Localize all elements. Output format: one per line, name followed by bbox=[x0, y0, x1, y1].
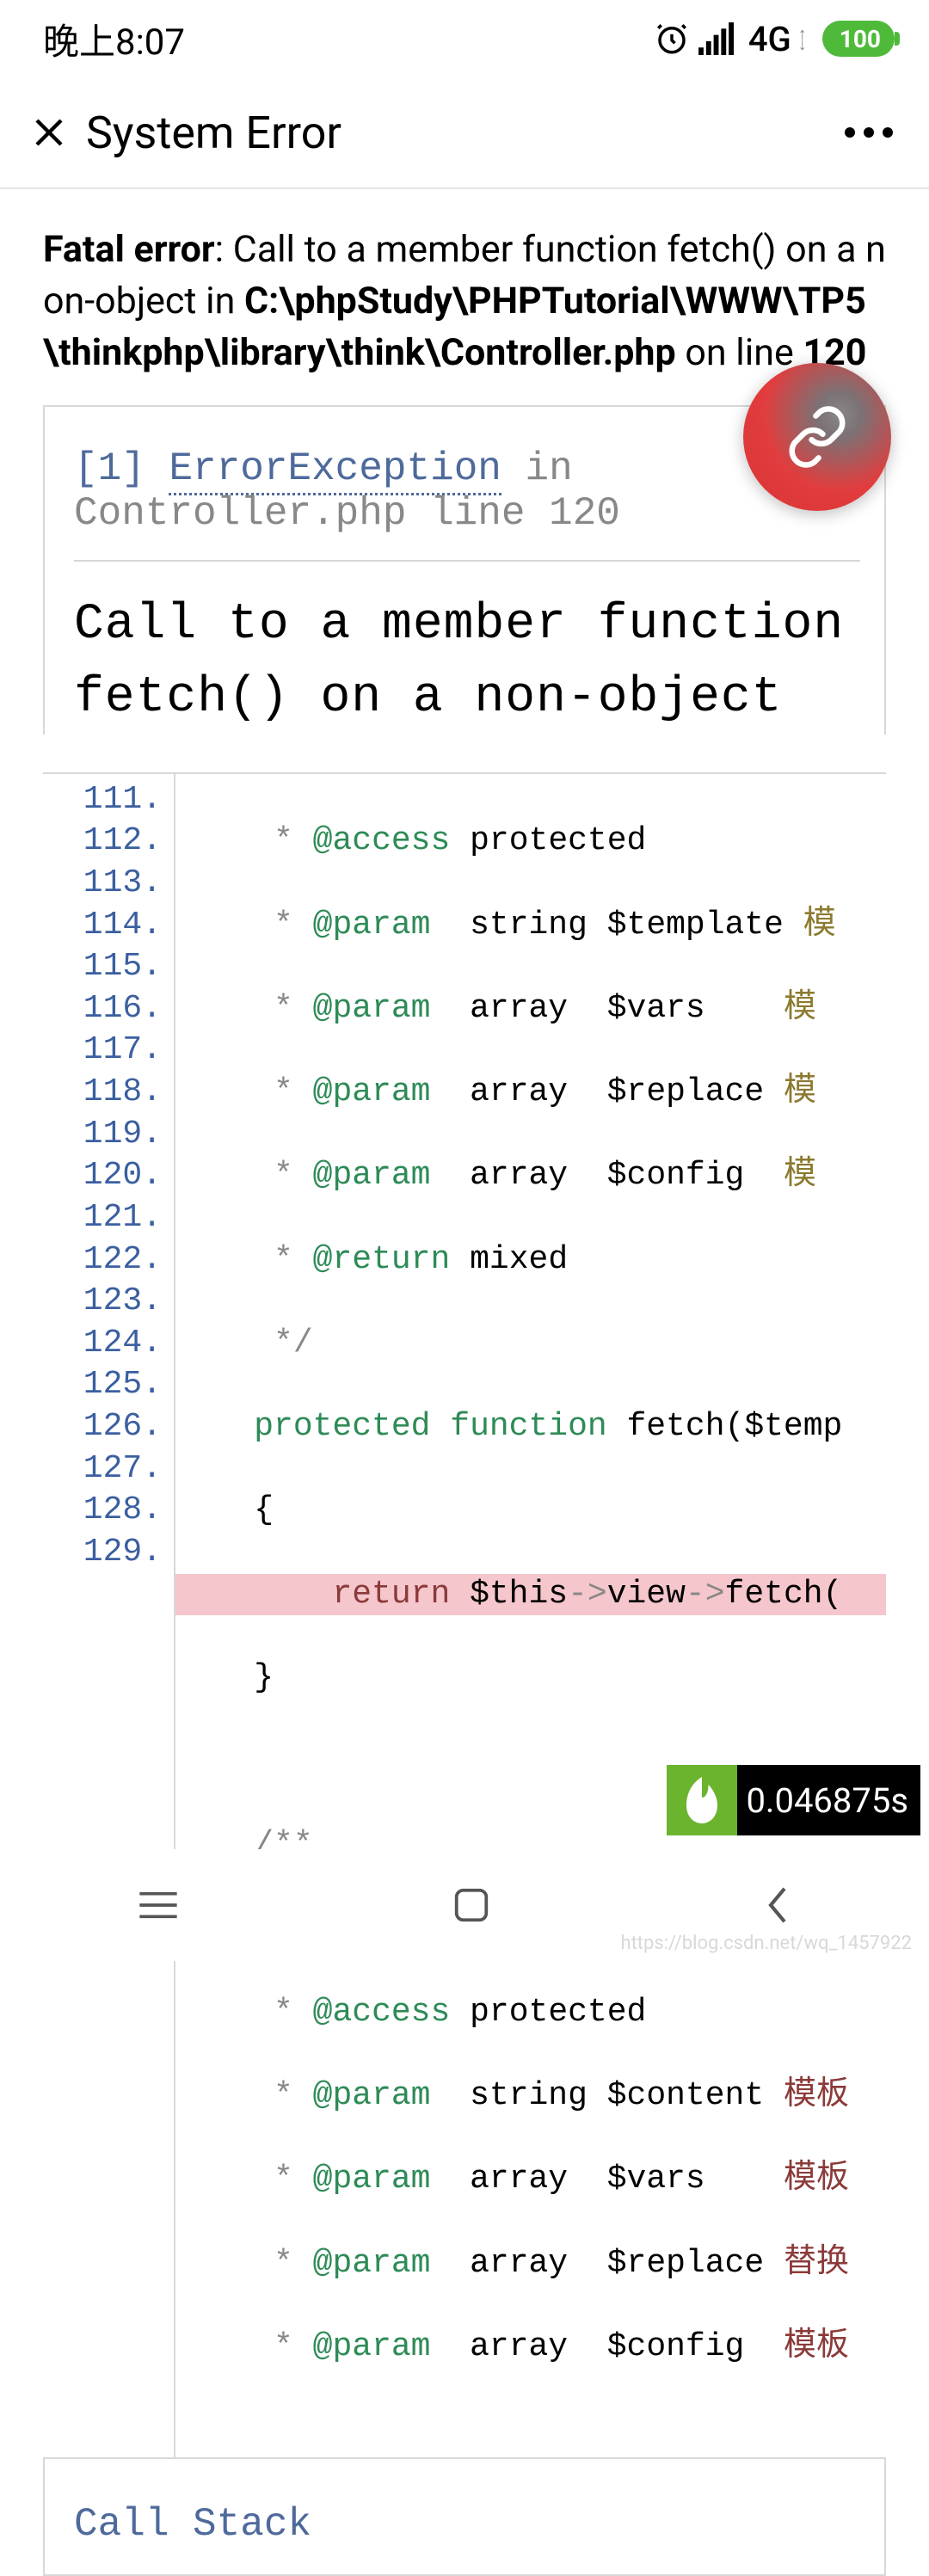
error-location: Controller.php line 120 bbox=[74, 491, 860, 536]
call-stack-heading[interactable]: Call Stack bbox=[43, 2459, 886, 2576]
nav-back-icon[interactable] bbox=[763, 1884, 792, 1926]
timer-leaf-icon bbox=[667, 1765, 737, 1835]
timer-value: 0.046875s bbox=[737, 1780, 908, 1821]
signal-arrows-icon: ↑↓ bbox=[798, 28, 807, 49]
link-fab[interactable] bbox=[743, 363, 891, 511]
error-message: Call to a member function fetch() on a n… bbox=[74, 589, 860, 734]
battery-indicator: 100 bbox=[822, 21, 895, 57]
nav-home-icon[interactable] bbox=[452, 1886, 490, 1924]
signal-icon bbox=[698, 22, 736, 55]
status-right: 4G ↑↓ 100 bbox=[654, 19, 895, 59]
error-in: in bbox=[526, 446, 573, 491]
status-bar: 晚上8:07 4G ↑↓ 100 bbox=[0, 0, 929, 77]
timer-pill[interactable]: 0.046875s bbox=[667, 1765, 920, 1835]
alarm-icon bbox=[654, 21, 690, 57]
more-icon[interactable] bbox=[845, 127, 903, 138]
error-index: [1] bbox=[74, 446, 145, 491]
content: Fatal error: Call to a member function f… bbox=[0, 189, 929, 2576]
status-time: 晚上8:07 bbox=[43, 13, 185, 65]
fatal-error-text: Fatal error: Call to a member function f… bbox=[43, 224, 886, 379]
error-exception-link[interactable]: ErrorException bbox=[169, 446, 501, 495]
network-label: 4G bbox=[748, 19, 791, 59]
close-icon[interactable] bbox=[15, 99, 83, 166]
code-lines[interactable]: * @access protected * @param string $tem… bbox=[175, 774, 886, 2457]
page-title: System Error bbox=[86, 107, 341, 159]
nav-menu-icon[interactable] bbox=[137, 1888, 180, 1922]
code-block: 111.112.113.114.115.116.117.118.119.120.… bbox=[43, 772, 886, 2459]
titlebar: System Error bbox=[0, 77, 929, 189]
navbar bbox=[0, 1849, 929, 1961]
error-header: [1] ErrorException in bbox=[74, 446, 860, 492]
line-gutter: 111.112.113.114.115.116.117.118.119.120.… bbox=[43, 774, 175, 2457]
divider bbox=[74, 560, 860, 562]
